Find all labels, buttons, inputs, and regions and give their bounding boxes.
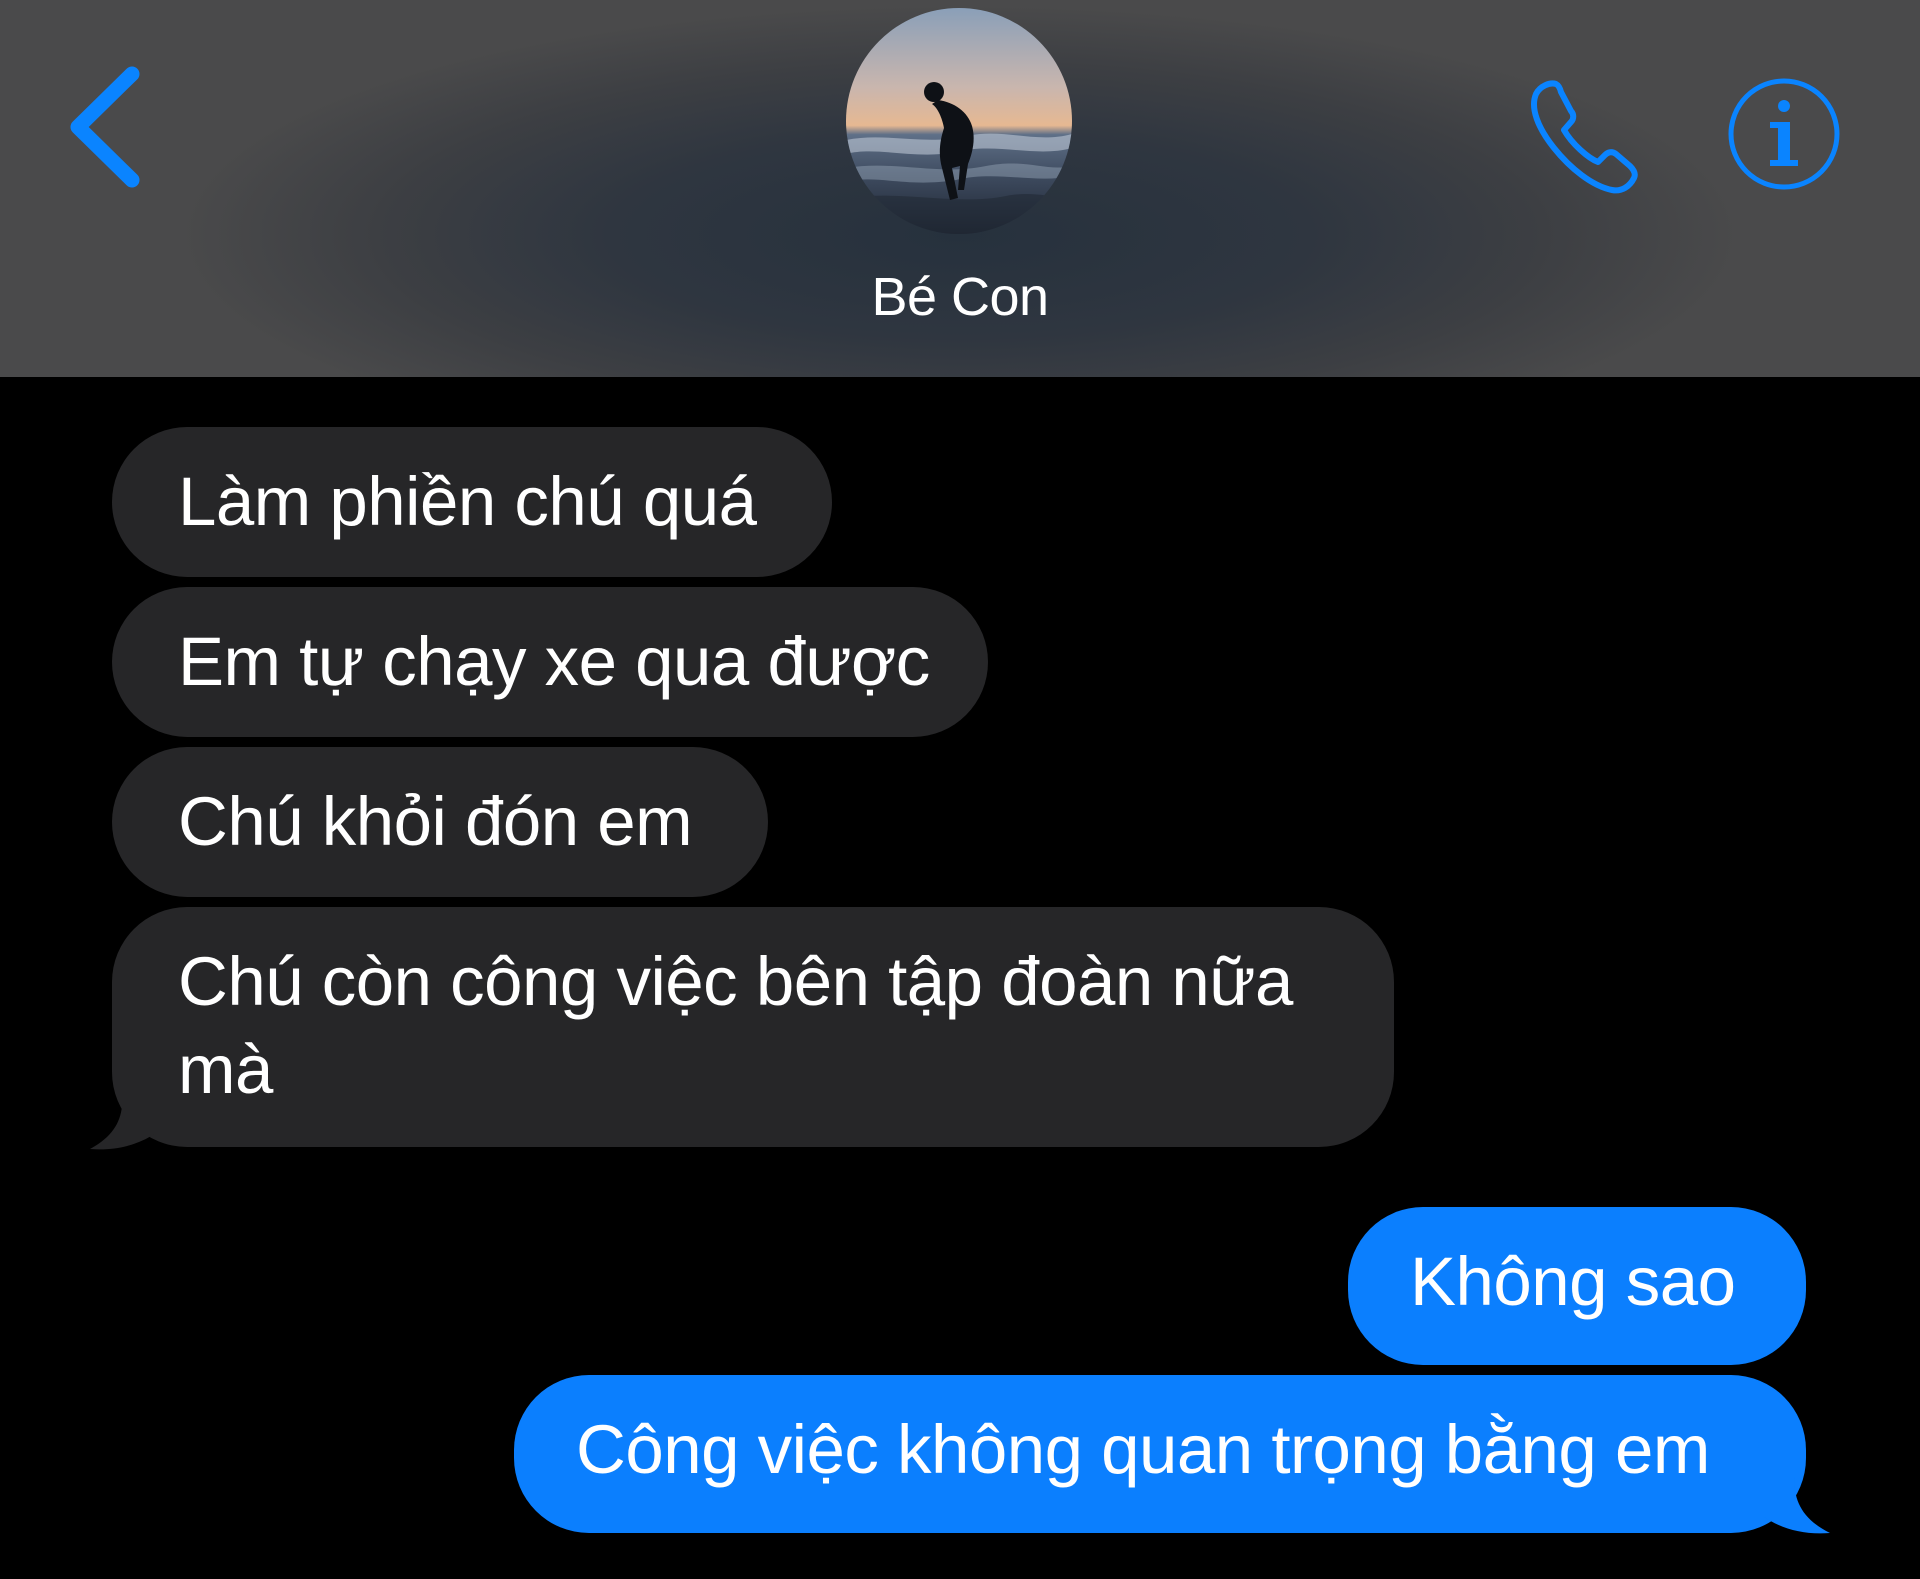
outgoing-message-bubble[interactable]: Không sao <box>1348 1207 1806 1365</box>
chevron-left-icon <box>70 66 140 188</box>
outgoing-message-bubble[interactable]: Công việc không quan trọng bằng em <box>514 1375 1806 1533</box>
info-icon <box>1728 78 1840 190</box>
incoming-message-bubble[interactable]: Chú còn công việc bên tập đoàn nữa mà <box>112 907 1394 1147</box>
back-button[interactable] <box>62 62 158 192</box>
info-button[interactable] <box>1726 76 1842 192</box>
message-thread[interactable]: Làm phiền chú quá Em tự chạy xe qua được… <box>0 377 1920 1579</box>
incoming-message-bubble[interactable]: Em tự chạy xe qua được <box>112 587 988 737</box>
contact-name[interactable]: Bé Con <box>660 262 1260 332</box>
contact-avatar[interactable] <box>846 8 1072 234</box>
incoming-message-bubble[interactable]: Làm phiền chú quá <box>112 427 832 577</box>
conversation-header: Bé Con <box>0 0 1920 377</box>
avatar-photo <box>846 8 1072 234</box>
incoming-message-bubble[interactable]: Chú khỏi đón em <box>112 747 768 897</box>
phone-icon <box>1531 80 1638 194</box>
call-button[interactable] <box>1526 76 1646 196</box>
